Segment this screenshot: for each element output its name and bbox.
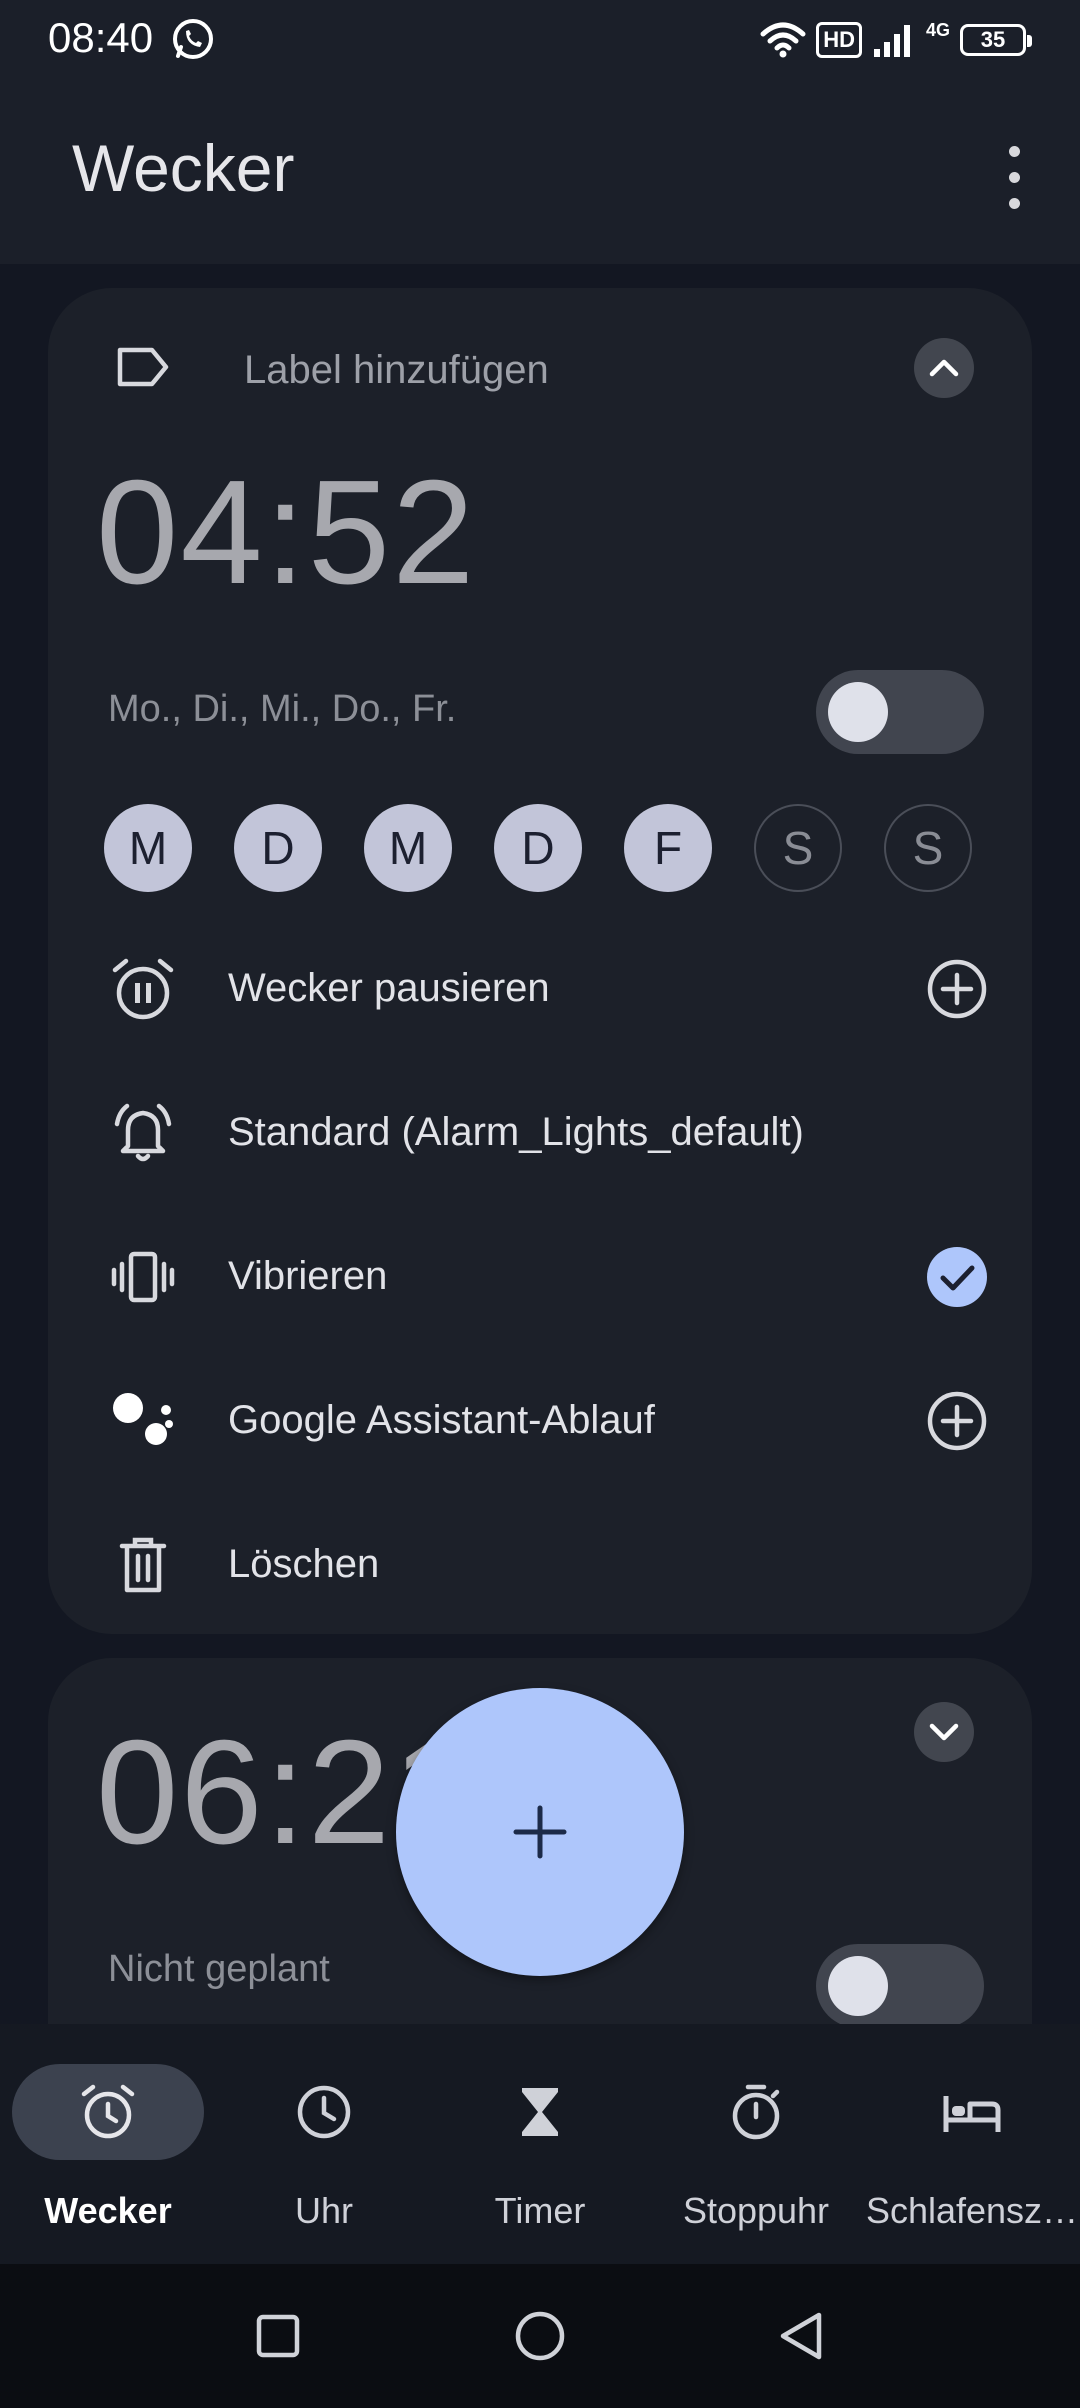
day-friday[interactable]: F — [624, 804, 712, 892]
toggle-knob — [828, 1956, 888, 2016]
status-icons: HD 4G 35 — [760, 18, 1032, 62]
assistant-label: Google Assistant-Ablauf — [228, 1398, 655, 1442]
vibrate-label: Vibrieren — [228, 1254, 388, 1298]
add-circle-icon[interactable] — [926, 1390, 988, 1452]
day-selector: M D M D F S S — [104, 804, 974, 894]
hourglass-icon — [522, 2088, 558, 2136]
check-circle-icon[interactable] — [926, 1246, 988, 1308]
alarm-days-summary: Mo., Di., Mi., Do., Fr. — [108, 688, 457, 730]
back-button[interactable] — [766, 2300, 838, 2372]
recents-button[interactable] — [242, 2300, 314, 2372]
day-saturday[interactable]: S — [754, 804, 842, 892]
ringtone-label: Standard (Alarm_Lights_default) — [228, 1110, 804, 1154]
wifi-icon — [760, 22, 806, 58]
page-title: Wecker — [72, 131, 295, 205]
nav-tab-bedtime[interactable]: Schlafensz… — [864, 2064, 1080, 2244]
signal-icon — [873, 25, 910, 57]
snooze-icon — [108, 954, 178, 1024]
label-row[interactable]: Label hinzufügen — [114, 338, 974, 398]
network-type: 4G — [925, 19, 950, 40]
home-button[interactable] — [504, 2300, 576, 2372]
alarm-icon — [81, 2084, 135, 2139]
circle-icon — [515, 2311, 565, 2361]
nav-label: Uhr — [294, 2190, 353, 2231]
bed-icon — [943, 2096, 1001, 2132]
alarm-schedule-status: Nicht geplant — [108, 1948, 330, 1990]
chevron-down-icon — [929, 1723, 959, 1741]
whatsapp-icon — [173, 19, 213, 59]
plus-icon — [513, 1805, 567, 1859]
snooze-label: Wecker pausieren — [228, 966, 550, 1010]
status-time: 08:40 — [48, 14, 154, 61]
nav-tab-alarm[interactable]: Wecker — [0, 2064, 216, 2244]
nav-label: Wecker — [44, 2190, 172, 2231]
ringtone-row[interactable]: Standard (Alarm_Lights_default) — [108, 1080, 988, 1180]
alarm-bell-icon — [108, 1098, 178, 1168]
assistant-row[interactable]: Google Assistant-Ablauf — [108, 1368, 988, 1468]
delete-row[interactable]: Löschen — [108, 1512, 988, 1612]
stopwatch-icon — [732, 2084, 780, 2140]
trash-icon — [108, 1530, 178, 1600]
alarm-card[interactable]: Label hinzufügen 04:52 Mo., Di., Mi., Do… — [48, 288, 1032, 1634]
expand-button[interactable] — [914, 1702, 974, 1762]
delete-label: Löschen — [228, 1542, 380, 1586]
status-bar: 08:40 HD 4G 35 — [0, 0, 1080, 78]
nav-tab-clock[interactable]: Uhr — [216, 2064, 432, 2244]
battery-level: 35 — [980, 27, 1006, 52]
snooze-row[interactable]: Wecker pausieren — [108, 936, 988, 1036]
system-navigation-bar — [0, 2264, 1080, 2408]
bottom-navigation: Wecker Uhr Timer Stoppuhr Schlafensz… — [0, 2024, 1080, 2264]
label-icon — [117, 347, 169, 387]
toggle-knob — [828, 682, 888, 742]
battery-icon: 35 — [960, 24, 1032, 56]
vibrate-icon — [108, 1242, 178, 1312]
google-assistant-icon — [108, 1386, 178, 1456]
add-circle-icon[interactable] — [926, 958, 988, 1020]
square-icon — [256, 2314, 300, 2358]
label-input[interactable]: Label hinzufügen — [244, 348, 549, 393]
nav-label: Stoppuhr — [682, 2190, 830, 2231]
alarm-toggle[interactable] — [816, 1944, 984, 2024]
clock-icon — [297, 2085, 351, 2139]
back-triangle-icon — [780, 2312, 822, 2360]
nav-label: Schlafensz… — [865, 2190, 1079, 2231]
nav-label: Timer — [494, 2190, 586, 2231]
alarm-time[interactable]: 04:52 — [96, 448, 476, 618]
day-monday[interactable]: M — [104, 804, 192, 892]
app-bar: Wecker — [0, 78, 1080, 264]
day-thursday[interactable]: D — [494, 804, 582, 892]
nav-tab-timer[interactable]: Timer — [432, 2064, 648, 2244]
nav-tab-stopwatch[interactable]: Stoppuhr — [648, 2064, 864, 2244]
add-alarm-button[interactable] — [396, 1688, 684, 1976]
more-vert-icon[interactable] — [990, 138, 1038, 218]
day-tuesday[interactable]: D — [234, 804, 322, 892]
alarm-toggle[interactable] — [816, 670, 984, 754]
collapse-button[interactable] — [914, 338, 974, 398]
hd-badge: HD — [816, 22, 862, 58]
vibrate-row[interactable]: Vibrieren — [108, 1224, 988, 1324]
chevron-up-icon — [929, 359, 959, 377]
day-sunday[interactable]: S — [884, 804, 972, 892]
day-wednesday[interactable]: M — [364, 804, 452, 892]
